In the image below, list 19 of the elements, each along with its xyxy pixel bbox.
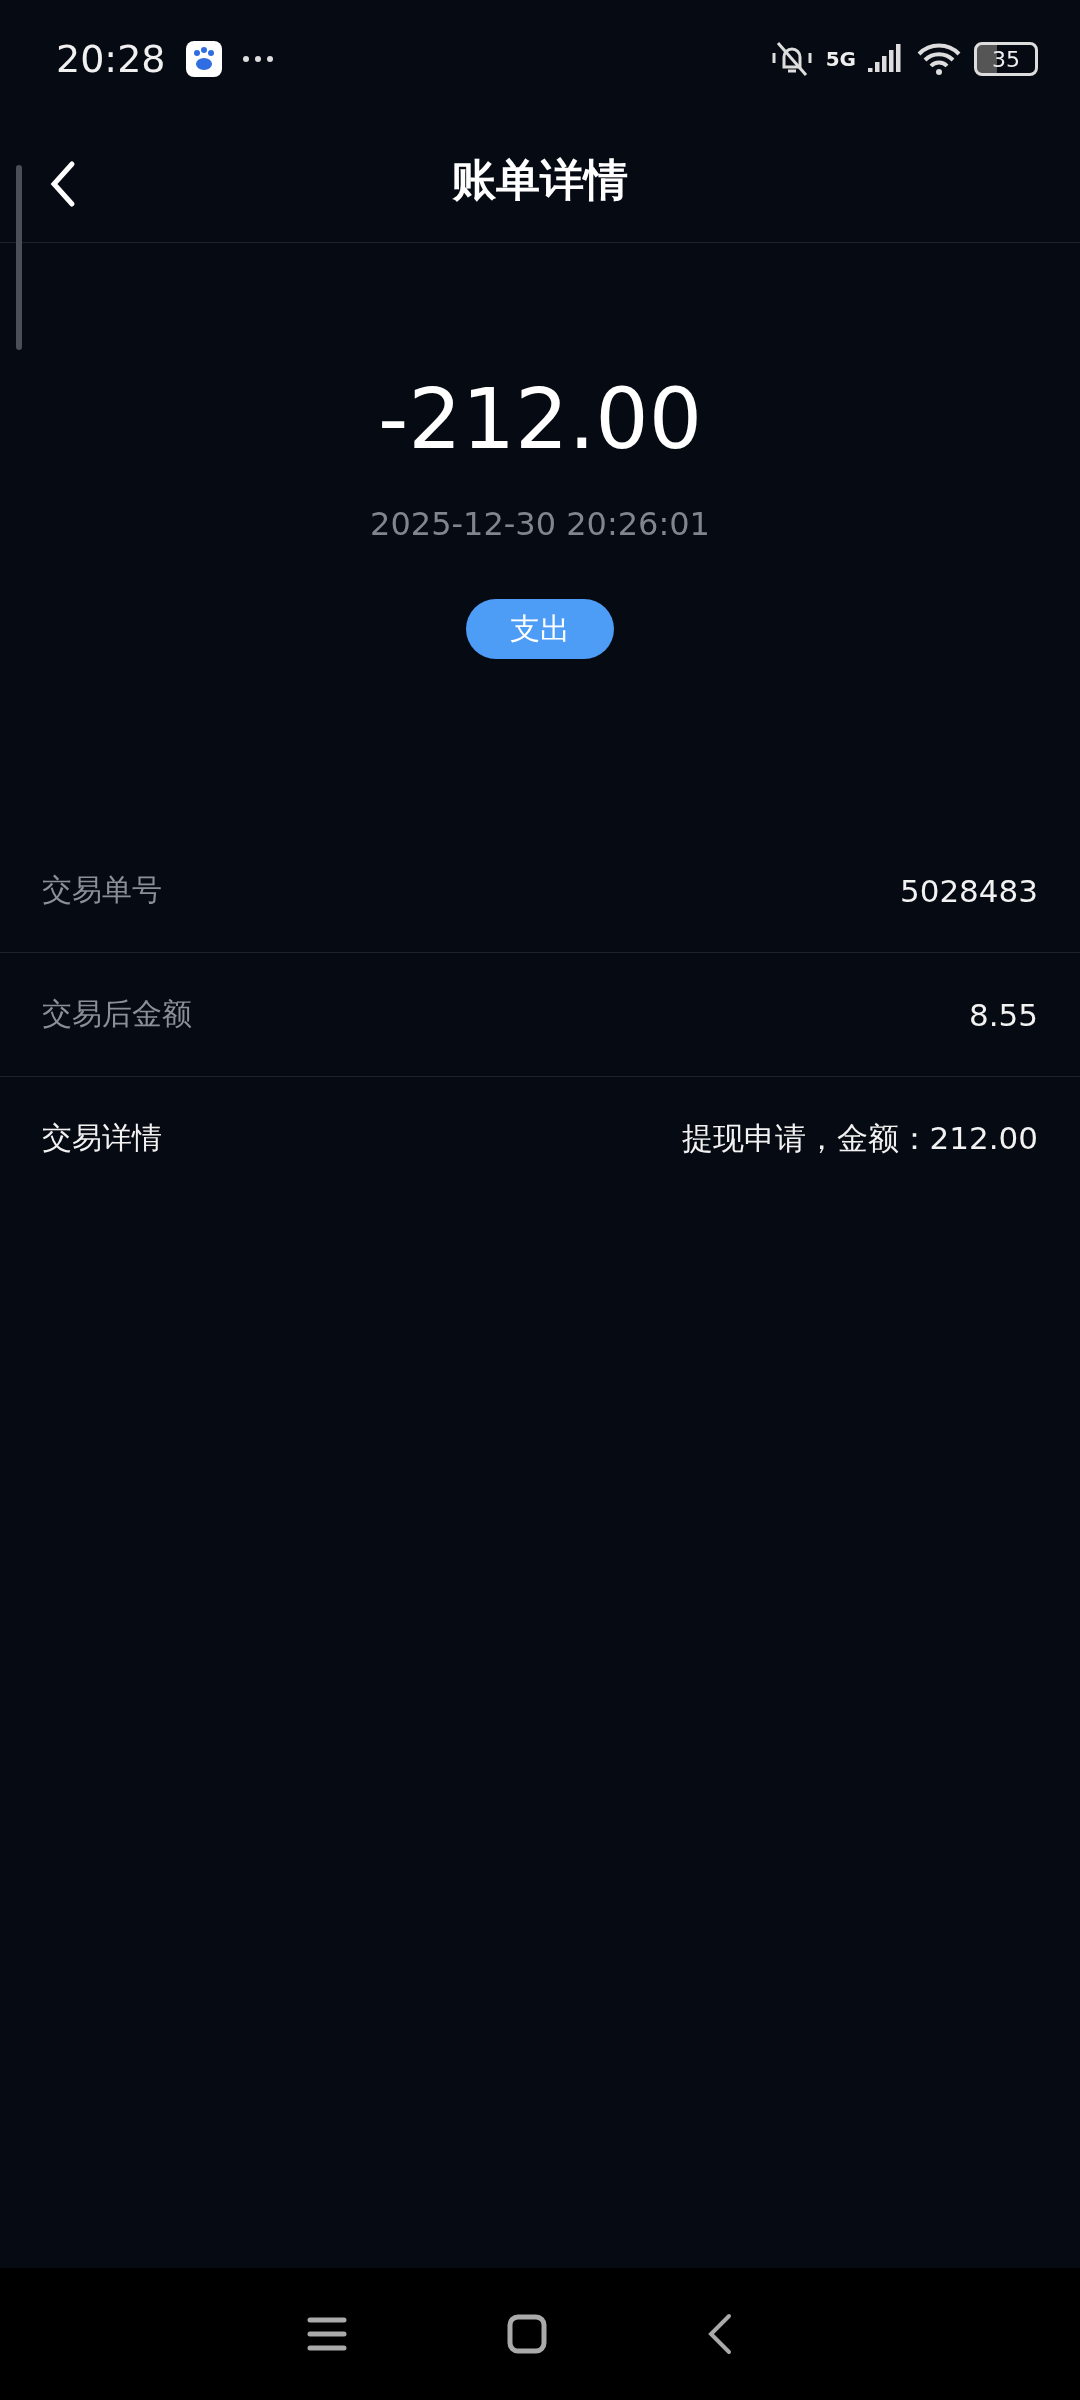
menu-icon[interactable]	[307, 2316, 347, 2352]
row-label: 交易后金额	[42, 995, 192, 1033]
row-label: 交易单号	[42, 871, 162, 909]
more-icon	[241, 55, 274, 63]
row-value: 8.55	[968, 996, 1038, 1033]
row-label: 交易详情	[42, 1119, 162, 1157]
paw-app-icon	[185, 41, 222, 77]
type-badge: 支出	[466, 599, 614, 659]
home-icon[interactable]	[507, 2314, 547, 2354]
page-title: 账单详情	[452, 152, 628, 207]
row-value: 提现申请，金额：212.00	[681, 1118, 1038, 1158]
battery-indicator: 35	[974, 42, 1038, 76]
status-time: 20:28	[56, 37, 166, 81]
back-icon[interactable]	[707, 2313, 733, 2355]
row-value: 5028483	[899, 872, 1038, 909]
network-type: 5G	[825, 47, 856, 71]
amount: -212.00	[377, 377, 703, 461]
transaction-time: 2025-12-30 20:26:01	[370, 505, 710, 543]
wifi-icon	[916, 41, 962, 77]
